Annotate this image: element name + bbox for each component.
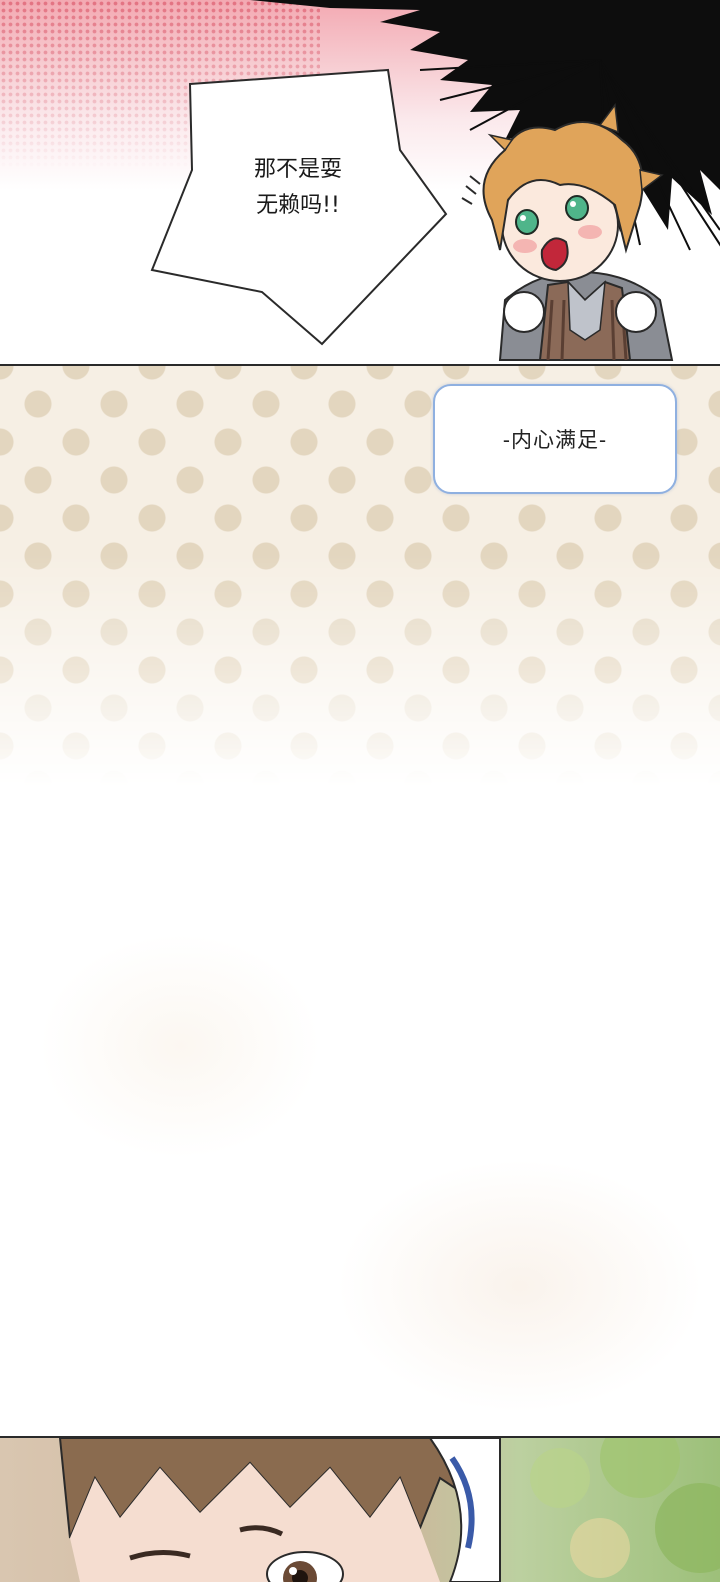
caption-box: -内心满足- <box>433 384 677 494</box>
speech-line-1: 那不是耍 <box>253 157 342 182</box>
soft-haze-background <box>0 666 720 1436</box>
comic-panel-1: 那不是耍 无赖吗!! <box>0 0 720 365</box>
caption-text: -内心满足- <box>502 428 608 452</box>
panel-3-artwork <box>58 1438 720 1582</box>
foliage-background <box>530 1438 720 1578</box>
speech-line-2: 无赖吗!! <box>256 193 340 218</box>
brown-haired-character <box>58 1438 501 1582</box>
speech-bubble-text: 那不是耍 无赖吗!! <box>218 152 378 224</box>
comic-panel-3 <box>0 1438 720 1582</box>
comic-panel-2: -内心满足- <box>0 366 720 1436</box>
